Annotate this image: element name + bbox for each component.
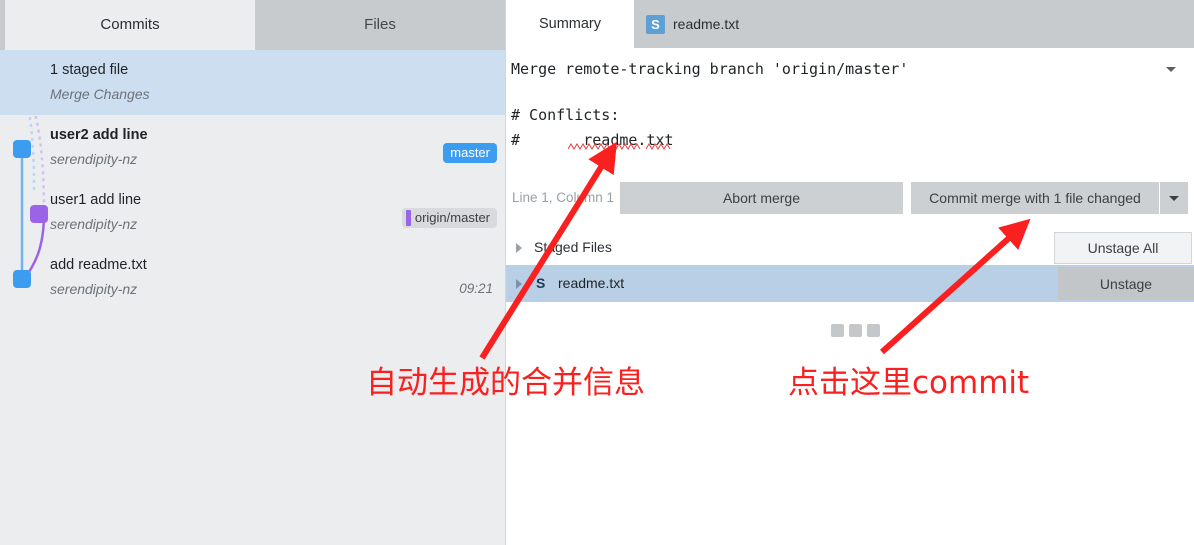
conflicts-header: # Conflicts: xyxy=(511,106,620,124)
chevron-down-icon[interactable] xyxy=(1166,67,1176,72)
triangle-right-icon[interactable] xyxy=(516,243,522,253)
tab-files[interactable]: Files xyxy=(255,0,505,50)
resize-grip-icon[interactable] xyxy=(831,324,880,337)
commit-list[interactable]: 1 staged file Merge Changes user2 add li… xyxy=(0,50,505,545)
staged-files-header: Staged Files Unstage All xyxy=(506,230,1194,265)
unstage-button[interactable]: Unstage xyxy=(1058,267,1194,300)
commit-author: serendipity-nz xyxy=(50,216,138,232)
annotation-label-click-commit: 点击这里commit xyxy=(788,365,1030,401)
left-tab-bar: Commits Files xyxy=(0,0,505,50)
commit-row[interactable]: add readme.txt serendipity-nz 09:21 xyxy=(0,245,505,310)
grip-dot xyxy=(849,324,862,337)
unstage-all-button[interactable]: Unstage All xyxy=(1054,232,1192,264)
tab-readme-label: readme.txt xyxy=(673,16,740,32)
commit-row[interactable]: user1 add line serendipity-nz origin/mas… xyxy=(0,180,505,245)
app-window: Commits Files 1 staged file Merge Change… xyxy=(0,0,1194,545)
right-tab-bar: Summary S readme.txt xyxy=(506,0,1194,48)
commit-author: serendipity-nz xyxy=(50,151,138,167)
commit-title: 1 staged file xyxy=(50,62,129,78)
cursor-position-status: Line 1, Column 1 xyxy=(512,190,615,205)
commit-merge-button[interactable]: Commit merge with 1 file changed xyxy=(911,182,1159,214)
commit-row[interactable]: user2 add line serendipity-nz master xyxy=(0,115,505,180)
branch-badge-master[interactable]: master xyxy=(443,143,497,163)
details-panel: Summary S readme.txt Merge remote-tracki… xyxy=(506,0,1194,545)
staged-file-row[interactable]: S readme.txt Unstage xyxy=(506,265,1194,302)
commit-time: 09:21 xyxy=(459,281,493,296)
commit-title: user1 add line xyxy=(50,192,142,208)
tab-commits[interactable]: Commits xyxy=(5,0,255,50)
grip-dot xyxy=(831,324,844,337)
staged-files-label: Staged Files xyxy=(534,239,612,255)
commit-title: add readme.txt xyxy=(50,257,147,273)
commit-author: serendipity-nz xyxy=(50,281,138,297)
triangle-right-icon[interactable] xyxy=(516,279,522,289)
commit-author: Merge Changes xyxy=(50,86,150,102)
staged-file-icon: S xyxy=(646,14,665,34)
commit-message-line: Merge remote-tracking branch 'origin/mas… xyxy=(511,60,909,78)
commit-row[interactable]: 1 staged file Merge Changes xyxy=(0,50,505,115)
annotation-label-auto-merge-message: 自动生成的合并信息 xyxy=(366,365,645,401)
abort-merge-button[interactable]: Abort merge xyxy=(620,182,903,214)
commits-panel: Commits Files 1 staged file Merge Change… xyxy=(0,0,505,545)
branch-badge-origin-master[interactable]: origin/master xyxy=(401,208,497,228)
commit-message-editor[interactable]: Merge remote-tracking branch 'origin/mas… xyxy=(506,48,1194,178)
tab-summary[interactable]: Summary xyxy=(506,0,634,48)
commit-title: user2 add line xyxy=(50,127,148,143)
grip-dot xyxy=(867,324,880,337)
chevron-down-icon xyxy=(1169,195,1179,201)
tab-readme-txt[interactable]: S readme.txt xyxy=(634,0,756,48)
file-name-label: readme.txt xyxy=(558,275,625,291)
spellcheck-squiggle-icon xyxy=(568,143,671,150)
commit-options-dropdown-button[interactable] xyxy=(1160,182,1188,214)
file-status-letter: S xyxy=(536,275,546,291)
